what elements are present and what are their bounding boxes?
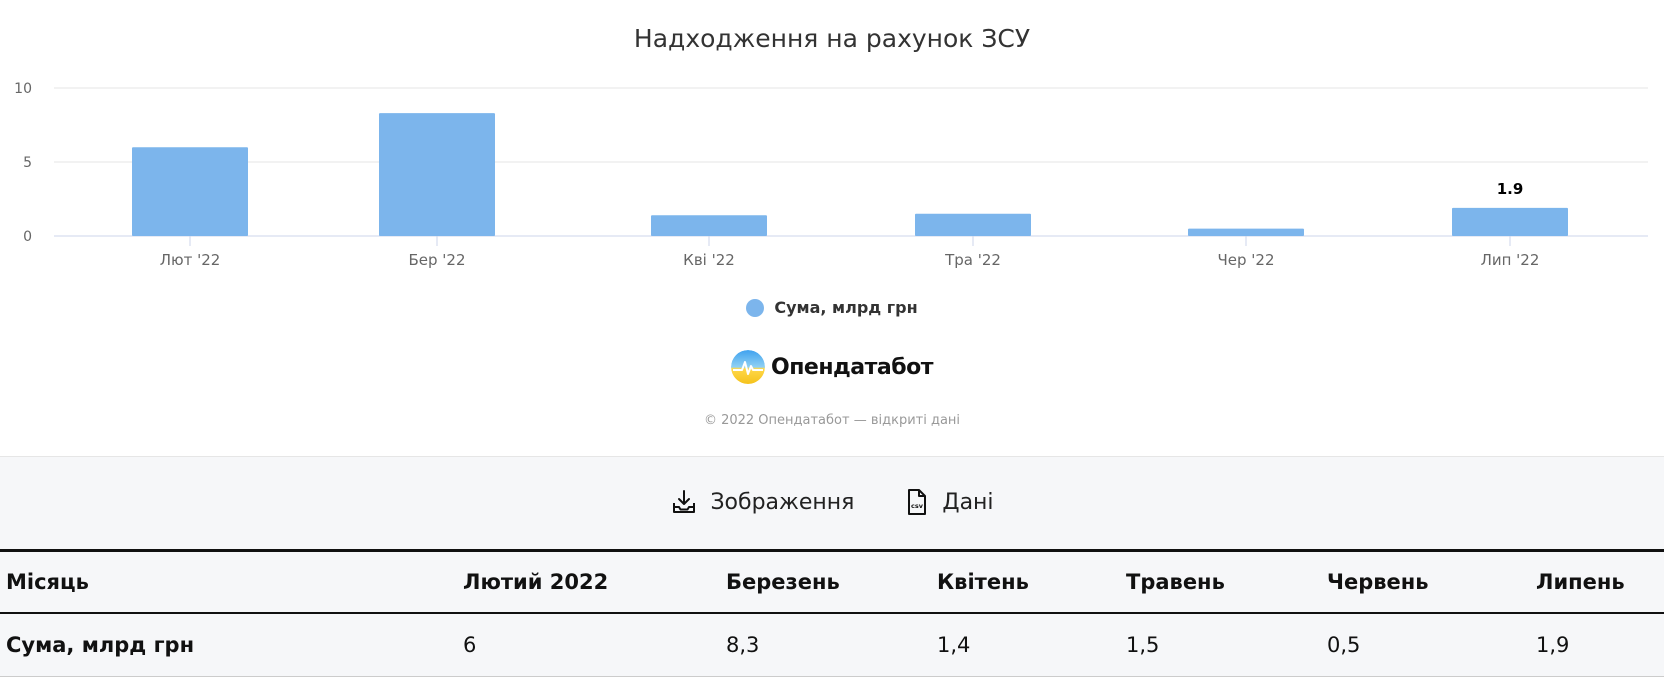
svg-text:csv: csv <box>911 502 924 510</box>
table-header-cell: Червень <box>1327 570 1429 594</box>
data-label: 1.9 <box>1497 180 1524 198</box>
table-header-cell: Травень <box>1126 570 1225 594</box>
legend-label: Сума, млрд грн <box>774 298 918 317</box>
bar <box>132 147 248 236</box>
y-tick-label: 10 <box>14 81 32 97</box>
chart-title: Надходження на рахунок ЗСУ <box>633 24 1031 53</box>
download-image-label: Зображення <box>710 489 855 515</box>
download-icon <box>673 490 696 513</box>
brand-name: Опендатабот <box>771 354 933 380</box>
chart-panel: 0 5 10 Лют '22 Бер '22 Кві '22 Тра '22 Чер '22 Л… <box>0 0 1664 456</box>
table-row-header: Сума, млрд грн <box>6 633 195 657</box>
x-tick-label: Бер '22 <box>408 251 465 269</box>
chart-canvas: 0 5 10 Лют '22 Бер '22 Кві '22 Тра '22 Чер '22 Л… <box>14 81 1648 269</box>
brand[interactable]: Опендатабот <box>0 350 1664 384</box>
bar <box>1188 228 1304 236</box>
table-cell: 1,4 <box>937 633 971 657</box>
y-tick-label: 0 <box>23 229 32 245</box>
table-header-row: Місяць Лютий 2022 Березень Квітень Траве… <box>0 550 1664 613</box>
legend-marker <box>746 298 765 317</box>
download-image-button[interactable]: Зображення <box>670 488 854 516</box>
x-tick-label: Чер '22 <box>1217 251 1274 269</box>
legend-item[interactable]: Сума, млрд грн <box>0 298 1664 317</box>
x-tick-label: Тра '22 <box>944 251 1001 269</box>
table-row: Сума, млрд грн 6 8,3 1,4 1,5 0,5 1,9 <box>0 613 1664 677</box>
x-tick-label: Лют '22 <box>160 251 221 269</box>
bar <box>651 215 767 236</box>
x-tick-label: Лип '22 <box>1481 251 1540 269</box>
table-cell: 1,5 <box>1126 633 1160 657</box>
table-header-cell: Місяць <box>6 570 89 594</box>
table-cell: 0,5 <box>1327 633 1361 657</box>
table-header-cell: Лютий 2022 <box>463 570 609 594</box>
data-table: Місяць Лютий 2022 Березень Квітень Траве… <box>0 549 1664 677</box>
download-data-label: Дані <box>942 489 994 515</box>
table-cell: 8,3 <box>726 633 760 657</box>
table-header-cell: Липень <box>1536 570 1625 594</box>
table-cell: 1,9 <box>1536 633 1570 657</box>
bar <box>1452 207 1568 236</box>
bar <box>915 213 1031 236</box>
y-tick-label: 5 <box>23 155 32 171</box>
table-header-cell: Березень <box>726 570 840 594</box>
download-data-button[interactable]: csv Дані <box>902 488 994 516</box>
copyright-text: © 2022 Опендатабот — відкриті дані <box>703 413 961 428</box>
table-header-cell: Квітень <box>937 570 1029 594</box>
csv-file-icon: csv <box>908 489 927 515</box>
data-panel: Зображення csv Дані Місяць Лютий 2022 Бе… <box>0 456 1664 677</box>
x-tick-label: Кві '22 <box>683 251 735 269</box>
export-toolbar: Зображення csv Дані <box>0 488 1664 516</box>
table-cell: 6 <box>463 633 477 657</box>
opendatabot-logo-icon <box>731 350 766 384</box>
bar <box>379 113 495 236</box>
